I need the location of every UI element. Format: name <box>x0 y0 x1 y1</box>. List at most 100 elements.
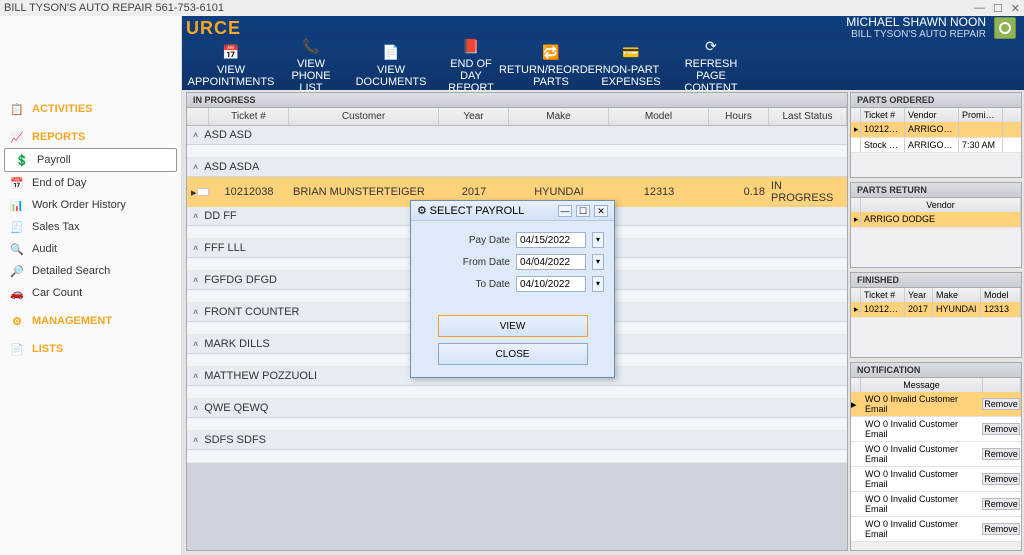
shop-name: BILL TYSON'S AUTO REPAIR <box>846 29 986 40</box>
dropdown-icon[interactable]: ▾ <box>592 254 604 270</box>
notification-panel: NOTIFICATION Message ▸WO 0 Invalid Custo… <box>850 362 1022 551</box>
tax-icon: 🧾 <box>10 220 24 234</box>
sidebar-item-salestax[interactable]: 🧾Sales Tax <box>0 216 181 238</box>
chevron-up-icon: ˄ <box>193 371 198 381</box>
maximize-icon[interactable]: ☐ <box>576 205 590 217</box>
sidebar-item-payroll[interactable]: 💲Payroll <box>4 148 177 172</box>
management-icon: ⚙ <box>10 314 24 328</box>
chevron-up-icon: ˄ <box>193 435 198 445</box>
sidebar-item-detailedsearch[interactable]: 🔎Detailed Search <box>0 260 181 282</box>
todate-input[interactable] <box>516 276 586 292</box>
tb-eodreport[interactable]: 📕END OF DAY REPORT <box>440 36 502 94</box>
parts-return-panel: PARTS RETURN Vendor ▸ARRIGO DODGE <box>850 182 1022 268</box>
finished-panel: FINISHED Ticket #YearMakeModel ▸102120…2… <box>850 272 1022 358</box>
sidebar-item-endofday[interactable]: 📅End of Day <box>0 172 181 194</box>
empty-row <box>187 386 847 399</box>
lists-icon: 📄 <box>10 342 24 356</box>
chevron-up-icon: ˄ <box>193 403 198 413</box>
sidebar: 📋ACTIVITIES 📈REPORTS 💲Payroll 📅End of Da… <box>0 16 182 555</box>
sidebar-lists[interactable]: 📄LISTS <box>0 338 181 360</box>
chevron-up-icon: ˄ <box>193 275 198 285</box>
audit-icon: 🔍 <box>10 242 24 256</box>
chevron-up-icon: ˄ <box>193 339 198 349</box>
chevron-up-icon: ˄ <box>193 130 198 140</box>
table-row[interactable]: Stock OrderARRIGO DOD…7:30 AM <box>851 138 1021 153</box>
col-hours[interactable]: Hours <box>709 108 769 125</box>
sidebar-item-wohistory[interactable]: 📊Work Order History <box>0 194 181 216</box>
empty-row <box>187 145 847 158</box>
select-payroll-dialog: ⚙ SELECT PAYROLL —☐✕ Pay Date▾ From Date… <box>410 200 615 378</box>
close-icon[interactable]: ✕ <box>1011 2 1020 15</box>
chevron-up-icon: ˄ <box>193 211 198 221</box>
col-model[interactable]: Model <box>609 108 709 125</box>
minimize-icon[interactable]: — <box>558 205 572 217</box>
tb-expenses[interactable]: 💳NON-PART EXPENSES <box>600 42 662 88</box>
clock-icon[interactable] <box>994 17 1016 39</box>
notification-row[interactable]: WO 0 Invalid Customer EmailRemove <box>851 517 1021 542</box>
notification-row[interactable]: WO 0 Invalid Customer EmailRemove <box>851 442 1021 467</box>
fromdate-row: From Date ▾ <box>411 251 614 273</box>
col-status[interactable]: Last Status <box>769 108 847 125</box>
tb-returnparts[interactable]: 🔁RETURN/REORDER PARTS <box>520 42 582 88</box>
sidebar-item-carcount[interactable]: 🚗Car Count <box>0 282 181 304</box>
tb-appointments[interactable]: 📅VIEW APPOINTMENTS <box>200 42 262 88</box>
tb-documents[interactable]: 📄VIEW DOCUMENTS <box>360 42 422 88</box>
group-row[interactable]: ˄QWE QEWQ <box>187 399 847 418</box>
window-titlebar: BILL TYSON'S AUTO REPAIR 561-753-6101 — … <box>0 0 1024 16</box>
sidebar-item-audit[interactable]: 🔍Audit <box>0 238 181 260</box>
history-icon: 📊 <box>10 198 24 212</box>
col-year[interactable]: Year <box>439 108 509 125</box>
col-make[interactable]: Make <box>509 108 609 125</box>
notification-row[interactable]: ▸WO 0 Invalid Customer EmailRemove <box>851 392 1021 417</box>
empty-row <box>187 418 847 431</box>
sidebar-reports[interactable]: 📈REPORTS <box>0 126 181 148</box>
dialog-titlebar[interactable]: ⚙ SELECT PAYROLL — ☐ ✕ <box>411 201 614 221</box>
close-button[interactable]: CLOSE <box>438 343 588 365</box>
right-column: PARTS ORDERED Ticket #VendorPromised T… … <box>850 92 1022 551</box>
view-button[interactable]: VIEW <box>438 315 588 337</box>
gear-icon: ⚙ <box>417 204 427 217</box>
fromdate-input[interactable] <box>516 254 586 270</box>
documents-icon: 📄 <box>381 42 401 62</box>
grid-header: Message <box>851 378 1021 392</box>
maximize-icon[interactable]: ☐ <box>993 2 1003 15</box>
chevron-up-icon: ˄ <box>193 243 198 253</box>
remove-button[interactable]: Remove <box>982 448 1020 460</box>
minimize-icon[interactable]: — <box>974 2 985 15</box>
search-icon: 🔎 <box>10 264 24 278</box>
grid-header: Ticket #VendorPromised T… <box>851 108 1021 122</box>
notification-row[interactable]: WO 0 Invalid Customer EmailRemove <box>851 417 1021 442</box>
group-row[interactable]: ˄SDFS SDFS <box>187 431 847 450</box>
table-row[interactable]: ▸ARRIGO DODGE <box>851 212 1021 228</box>
dropdown-icon[interactable]: ▾ <box>592 276 604 292</box>
col-ticket[interactable]: Ticket # <box>209 108 289 125</box>
panel-title: PARTS ORDERED <box>851 93 1021 108</box>
return-icon: 🔁 <box>541 42 561 62</box>
sidebar-activities[interactable]: 📋ACTIVITIES <box>0 98 181 120</box>
window-title: BILL TYSON'S AUTO REPAIR 561-753-6101 <box>4 2 224 14</box>
close-icon[interactable]: ✕ <box>594 205 608 217</box>
remove-button[interactable]: Remove <box>982 423 1020 435</box>
tb-phonelist[interactable]: 📞VIEW PHONE LIST <box>280 36 342 94</box>
paydate-input[interactable] <box>516 232 586 248</box>
col-customer[interactable]: Customer <box>289 108 439 125</box>
dialog-title: SELECT PAYROLL <box>430 205 525 217</box>
tb-refresh[interactable]: ⟳REFRESH PAGE CONTENT <box>680 36 742 94</box>
sidebar-management[interactable]: ⚙MANAGEMENT <box>0 310 181 332</box>
remove-button[interactable]: Remove <box>982 398 1020 410</box>
table-row[interactable]: ▸102120…2017HYUNDAI12313 <box>851 302 1021 318</box>
remove-button[interactable]: Remove <box>982 473 1020 485</box>
panel-title: NOTIFICATION <box>851 363 1021 378</box>
dropdown-icon[interactable]: ▾ <box>592 232 604 248</box>
table-row[interactable]: ▸10212020ARRIGO DOD… <box>851 122 1021 138</box>
window-controls: — ☐ ✕ <box>974 2 1020 15</box>
grid-header: Ticket #YearMakeModel <box>851 288 1021 302</box>
group-row[interactable]: ˄ASD ASD <box>187 126 847 145</box>
remove-button[interactable]: Remove <box>982 498 1020 510</box>
calendar-icon: 📅 <box>221 42 241 62</box>
group-row[interactable]: ˄ASD ASDA <box>187 158 847 177</box>
remove-button[interactable]: Remove <box>982 523 1020 535</box>
notification-row[interactable]: WO 0 Invalid Customer EmailRemove <box>851 467 1021 492</box>
fromdate-label: From Date <box>463 257 510 268</box>
notification-row[interactable]: WO 0 Invalid Customer EmailRemove <box>851 492 1021 517</box>
